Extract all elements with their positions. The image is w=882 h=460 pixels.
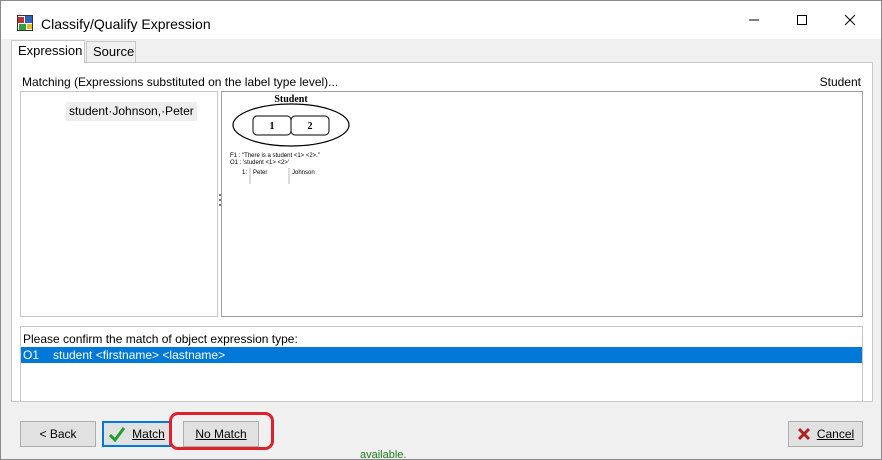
matching-type-label: Student [819, 75, 861, 89]
population-row-index: 1: [242, 170, 247, 176]
fact-type-diagram: Student 1 2 F1 : "There is a student <1>… [230, 94, 350, 184]
minimize-button[interactable] [731, 1, 777, 39]
close-icon [844, 14, 856, 26]
maximize-button[interactable] [779, 1, 825, 39]
population-value-2: Johnson [292, 170, 315, 176]
match-button-label: Match [132, 427, 165, 441]
population-value-1: Peter [253, 170, 267, 176]
role-label-2: 2 [308, 121, 313, 132]
tab-expression[interactable]: Expression [11, 40, 85, 63]
back-button-label: < Back [39, 427, 77, 441]
confirm-item-expression: student <firstname> <lastname> [53, 348, 226, 362]
background-text-fragment: available. [360, 449, 407, 460]
title-bar: Classify/Qualify Expression [1, 1, 881, 39]
highlight-annotation [169, 412, 274, 450]
role-label-1: 1 [270, 121, 275, 132]
matching-header: Matching (Expressions substituted on the… [20, 75, 863, 91]
expression-list-item[interactable]: student·Johnson,·Peter [66, 102, 197, 121]
back-button[interactable]: < Back [20, 421, 96, 447]
confirm-item-code: O1 [23, 348, 40, 362]
cancel-button-label: Cancel [816, 427, 855, 441]
confirm-prompt: Please confirm the match of object expre… [23, 332, 298, 346]
tab-source[interactable]: Source [86, 41, 136, 63]
matching-title: Matching (Expressions substituted on the… [22, 75, 339, 89]
fact-line-1: F1 : "There is a student <1> <2>." [230, 153, 320, 159]
match-button[interactable]: Match [102, 421, 171, 447]
cancel-button[interactable]: Cancel [788, 421, 863, 447]
checkmark-icon [109, 427, 126, 442]
maximize-icon [797, 15, 807, 25]
cancel-x-icon [797, 427, 810, 441]
expression-list-pane[interactable] [20, 91, 218, 317]
object-type-name: Student [274, 94, 308, 105]
window-title: Classify/Qualify Expression [41, 16, 211, 32]
classify-qualify-dialog: Classify/Qualify Expression Expression S… [0, 0, 882, 460]
confirm-list: Please confirm the match of object expre… [20, 326, 863, 402]
minimize-icon [749, 19, 759, 21]
close-button[interactable] [827, 1, 873, 39]
fact-line-2: O1 : 'student <1> <2>' [230, 160, 289, 166]
app-icon [17, 15, 33, 31]
confirm-list-item[interactable]: O1 student <firstname> <lastname> [21, 347, 862, 363]
diagram-pane: Student 1 2 F1 : "There is a student <1>… [221, 91, 863, 317]
